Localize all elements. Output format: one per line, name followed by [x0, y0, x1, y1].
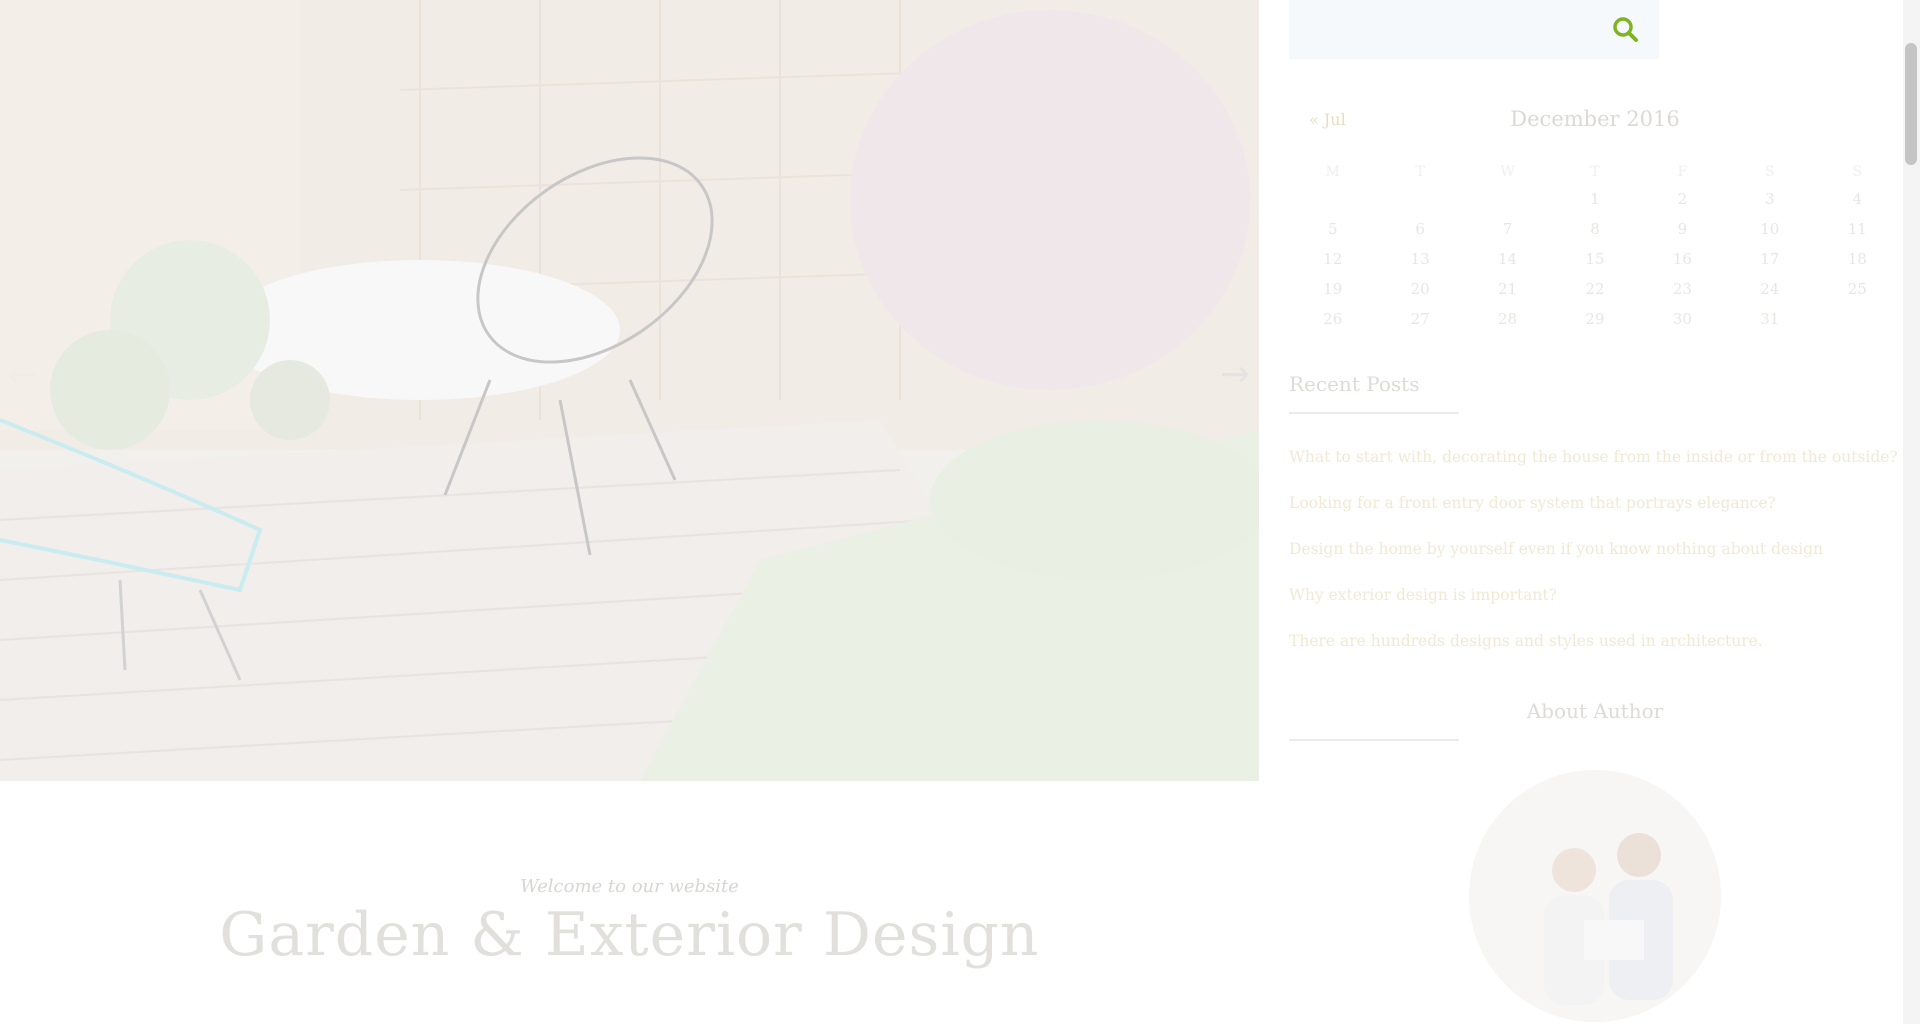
calendar-day: 27 [1410, 310, 1430, 328]
recent-post-link[interactable]: Why exterior design is important? [1289, 582, 1898, 628]
search-button[interactable] [1611, 15, 1641, 45]
calendar-day: 24 [1760, 280, 1780, 298]
calendar-day: 30 [1672, 310, 1692, 328]
calendar-day: 4 [1852, 190, 1863, 208]
recent-post-link[interactable]: There are hundreds designs and styles us… [1289, 628, 1898, 674]
calendar-day: 11 [1847, 220, 1867, 238]
page-title: Garden & Exterior Design [219, 900, 1040, 970]
calendar-weekday-row: M T W T F S S [1289, 160, 1901, 184]
calendar-day [1464, 184, 1551, 214]
calendar-day: 6 [1415, 220, 1425, 238]
slider-prev-arrow[interactable]: ← [2, 355, 42, 395]
calendar-day: 3 [1765, 190, 1775, 208]
weekday-label: S [1765, 164, 1775, 180]
search-widget [1289, 0, 1659, 59]
recent-post-link[interactable]: What to start with, decorating the house… [1289, 444, 1898, 490]
calendar-day: 21 [1498, 280, 1518, 298]
slider-next-arrow[interactable]: → [1215, 355, 1255, 395]
calendar-day: 15 [1585, 250, 1605, 268]
calendar-week-row: 19 20 21 22 23 24 25 [1289, 274, 1901, 304]
calendar-week-row: 26 27 28 29 30 31 [1289, 304, 1901, 334]
calendar-day [1814, 304, 1901, 334]
calendar-day: 8 [1590, 220, 1600, 238]
weekday-label: T [1415, 164, 1425, 180]
calendar-day: 17 [1760, 250, 1780, 268]
author-avatar [1469, 770, 1721, 1022]
calendar-week-row: 1 2 3 4 [1289, 184, 1901, 214]
calendar-day: 22 [1585, 280, 1605, 298]
weekday-label: T [1590, 164, 1600, 180]
calendar-day: 31 [1760, 310, 1780, 328]
recent-posts-title: Recent Posts [1289, 372, 1420, 396]
calendar-week-row: 12 13 14 15 16 17 18 [1289, 244, 1901, 274]
calendar-day: 18 [1847, 250, 1867, 268]
calendar-day: 5 [1327, 220, 1338, 238]
calendar-day: 23 [1672, 280, 1692, 298]
about-author-title: About Author [1526, 699, 1664, 723]
hero-slider: ← → [0, 0, 1259, 781]
calendar-day: 9 [1677, 220, 1688, 238]
calendar-day: 7 [1502, 220, 1513, 238]
calendar-day: 29 [1585, 310, 1605, 328]
calendar-day: 10 [1760, 220, 1780, 238]
weekday-label: W [1500, 164, 1515, 180]
calendar-day: 12 [1323, 250, 1343, 268]
calendar-day: 19 [1323, 280, 1343, 298]
slider-image [0, 0, 1259, 781]
about-author-divider [1289, 739, 1459, 741]
recent-posts-list: What to start with, decorating the house… [1289, 444, 1898, 674]
calendar-day [1289, 184, 1376, 214]
recent-posts-divider [1289, 412, 1459, 414]
weekday-label: S [1852, 164, 1863, 180]
calendar-day: 14 [1498, 250, 1518, 268]
calendar-day: 1 [1590, 190, 1600, 208]
calendar-table: M T W T F S S 1 2 3 4 5 6 7 8 9 10 11 12… [1289, 160, 1901, 334]
search-icon [1613, 17, 1638, 42]
scrollbar-thumb[interactable] [1905, 43, 1917, 165]
calendar-day: 25 [1847, 280, 1867, 298]
calendar-day: 16 [1672, 250, 1692, 268]
calendar-day [1376, 184, 1463, 214]
calendar-day: 2 [1677, 190, 1688, 208]
welcome-subtitle: Welcome to our website [520, 876, 739, 897]
weekday-label: F [1677, 164, 1688, 180]
weekday-label: M [1325, 164, 1340, 180]
calendar-week-row: 5 6 7 8 9 10 11 [1289, 214, 1901, 244]
calendar-day: 13 [1410, 250, 1430, 268]
search-input[interactable] [1289, 0, 1589, 59]
calendar-caption: December 2016 [1510, 107, 1680, 131]
calendar-day: 26 [1323, 310, 1343, 328]
calendar-day: 20 [1410, 280, 1430, 298]
calendar-day: 28 [1498, 310, 1518, 328]
recent-post-link[interactable]: Design the home by yourself even if you … [1289, 536, 1898, 582]
author-photo-image [1469, 770, 1721, 1022]
recent-post-link[interactable]: Looking for a front entry door system th… [1289, 490, 1898, 536]
